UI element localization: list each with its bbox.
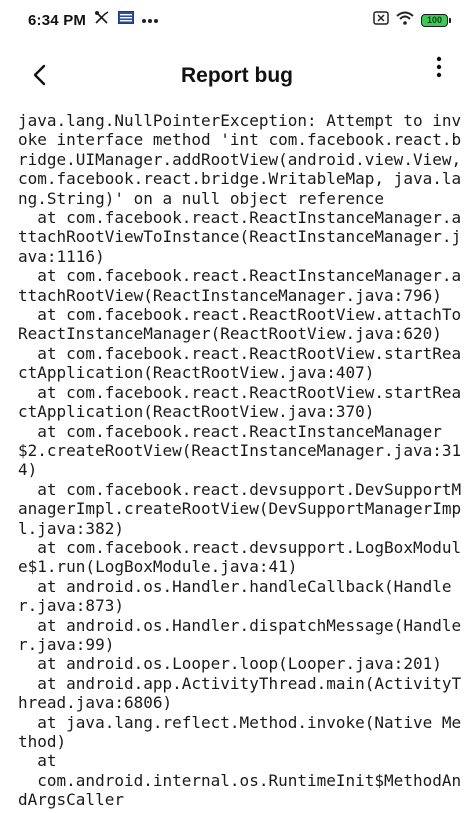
chevron-left-icon (32, 64, 46, 91)
sim-disabled-icon (373, 10, 389, 30)
more-dots-icon (142, 11, 159, 29)
app-bar: Report bug (0, 50, 474, 102)
back-button[interactable] (22, 60, 56, 94)
tools-icon (94, 10, 110, 30)
status-bar: 6:34 PM 100 (0, 0, 474, 40)
bug-report-text: java.lang.NullPointerException: Attempt … (18, 111, 462, 810)
page-title: Report bug (181, 64, 293, 87)
keyboard-icon (118, 11, 135, 29)
more-options-button[interactable] (424, 52, 454, 86)
vertical-dots-icon (436, 56, 442, 83)
wifi-icon (396, 11, 414, 30)
status-time: 6:34 PM (28, 11, 87, 29)
status-left: 6:34 PM (28, 10, 159, 30)
status-right: 100 (373, 10, 451, 30)
battery-icon: 100 (421, 13, 451, 27)
